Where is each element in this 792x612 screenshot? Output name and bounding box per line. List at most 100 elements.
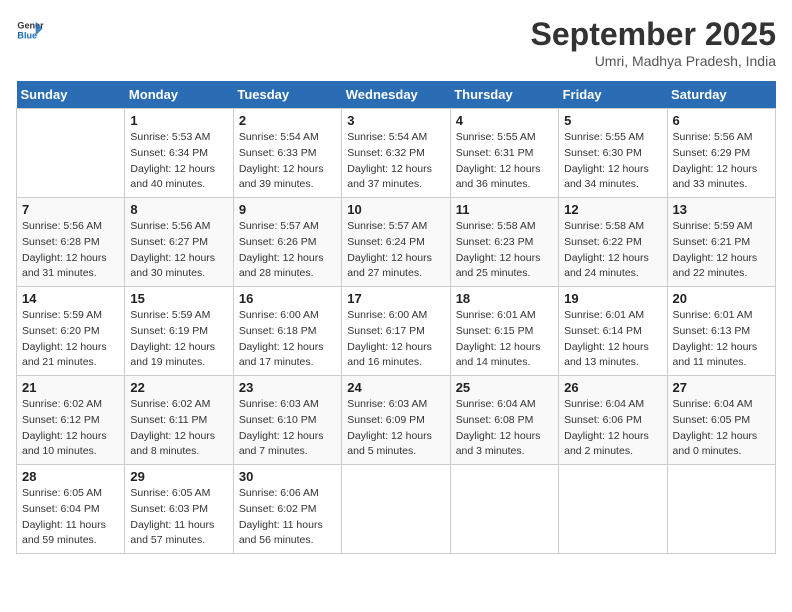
sunrise-text: Sunrise: 5:59 AM (22, 309, 102, 321)
day-number: 14 (22, 291, 119, 306)
daylight-text: Daylight: 12 hours and 14 minutes. (456, 341, 541, 369)
sunset-text: Sunset: 6:18 PM (239, 325, 317, 337)
location-label: Umri, Madhya Pradesh, India (531, 53, 776, 69)
calendar-cell: 9 Sunrise: 5:57 AM Sunset: 6:26 PM Dayli… (233, 198, 341, 287)
day-number: 7 (22, 202, 119, 217)
month-title: September 2025 (531, 16, 776, 53)
calendar-cell: 14 Sunrise: 5:59 AM Sunset: 6:20 PM Dayl… (17, 287, 125, 376)
sunrise-text: Sunrise: 6:00 AM (347, 309, 427, 321)
calendar-cell: 30 Sunrise: 6:06 AM Sunset: 6:02 PM Dayl… (233, 465, 341, 554)
calendar-cell: 13 Sunrise: 5:59 AM Sunset: 6:21 PM Dayl… (667, 198, 775, 287)
calendar-cell: 5 Sunrise: 5:55 AM Sunset: 6:30 PM Dayli… (559, 109, 667, 198)
calendar-cell: 20 Sunrise: 6:01 AM Sunset: 6:13 PM Dayl… (667, 287, 775, 376)
calendar-cell: 25 Sunrise: 6:04 AM Sunset: 6:08 PM Dayl… (450, 376, 558, 465)
day-number: 9 (239, 202, 336, 217)
daylight-text: Daylight: 12 hours and 34 minutes. (564, 163, 649, 191)
sunrise-text: Sunrise: 6:00 AM (239, 309, 319, 321)
daylight-text: Daylight: 12 hours and 5 minutes. (347, 430, 432, 458)
sunrise-text: Sunrise: 6:05 AM (22, 487, 102, 499)
calendar-cell (450, 465, 558, 554)
day-number: 24 (347, 380, 444, 395)
day-number: 5 (564, 113, 661, 128)
daylight-text: Daylight: 12 hours and 19 minutes. (130, 341, 215, 369)
day-number: 16 (239, 291, 336, 306)
sunset-text: Sunset: 6:24 PM (347, 236, 425, 248)
svg-text:Blue: Blue (17, 30, 37, 40)
sunset-text: Sunset: 6:31 PM (456, 147, 534, 159)
sunset-text: Sunset: 6:21 PM (673, 236, 751, 248)
sunrise-text: Sunrise: 5:57 AM (347, 220, 427, 232)
sunrise-text: Sunrise: 5:53 AM (130, 131, 210, 143)
sunrise-text: Sunrise: 6:04 AM (673, 398, 753, 410)
daylight-text: Daylight: 11 hours and 59 minutes. (22, 519, 106, 547)
weekday-header-monday: Monday (125, 81, 233, 109)
sunrise-text: Sunrise: 5:57 AM (239, 220, 319, 232)
sunset-text: Sunset: 6:09 PM (347, 414, 425, 426)
day-number: 29 (130, 469, 227, 484)
sunset-text: Sunset: 6:02 PM (239, 503, 317, 515)
sunrise-text: Sunrise: 6:05 AM (130, 487, 210, 499)
calendar-cell: 17 Sunrise: 6:00 AM Sunset: 6:17 PM Dayl… (342, 287, 450, 376)
sunrise-text: Sunrise: 5:56 AM (22, 220, 102, 232)
weekday-header-friday: Friday (559, 81, 667, 109)
calendar-cell: 10 Sunrise: 5:57 AM Sunset: 6:24 PM Dayl… (342, 198, 450, 287)
day-number: 21 (22, 380, 119, 395)
sunset-text: Sunset: 6:15 PM (456, 325, 534, 337)
sunrise-text: Sunrise: 6:03 AM (347, 398, 427, 410)
sunset-text: Sunset: 6:26 PM (239, 236, 317, 248)
weekday-header-wednesday: Wednesday (342, 81, 450, 109)
calendar-week-row: 21 Sunrise: 6:02 AM Sunset: 6:12 PM Dayl… (17, 376, 776, 465)
daylight-text: Daylight: 12 hours and 16 minutes. (347, 341, 432, 369)
calendar-week-row: 14 Sunrise: 5:59 AM Sunset: 6:20 PM Dayl… (17, 287, 776, 376)
calendar-week-row: 28 Sunrise: 6:05 AM Sunset: 6:04 PM Dayl… (17, 465, 776, 554)
sunset-text: Sunset: 6:32 PM (347, 147, 425, 159)
sunset-text: Sunset: 6:29 PM (673, 147, 751, 159)
sunrise-text: Sunrise: 5:54 AM (239, 131, 319, 143)
calendar-cell: 4 Sunrise: 5:55 AM Sunset: 6:31 PM Dayli… (450, 109, 558, 198)
daylight-text: Daylight: 12 hours and 10 minutes. (22, 430, 107, 458)
calendar-cell: 28 Sunrise: 6:05 AM Sunset: 6:04 PM Dayl… (17, 465, 125, 554)
sunrise-text: Sunrise: 5:58 AM (564, 220, 644, 232)
daylight-text: Daylight: 12 hours and 22 minutes. (673, 252, 758, 280)
sunrise-text: Sunrise: 5:59 AM (673, 220, 753, 232)
daylight-text: Daylight: 12 hours and 27 minutes. (347, 252, 432, 280)
sunset-text: Sunset: 6:34 PM (130, 147, 208, 159)
daylight-text: Daylight: 12 hours and 21 minutes. (22, 341, 107, 369)
calendar-cell: 2 Sunrise: 5:54 AM Sunset: 6:33 PM Dayli… (233, 109, 341, 198)
sunset-text: Sunset: 6:13 PM (673, 325, 751, 337)
sunset-text: Sunset: 6:12 PM (22, 414, 100, 426)
calendar-cell: 7 Sunrise: 5:56 AM Sunset: 6:28 PM Dayli… (17, 198, 125, 287)
daylight-text: Daylight: 12 hours and 25 minutes. (456, 252, 541, 280)
sunrise-text: Sunrise: 6:01 AM (673, 309, 753, 321)
calendar-cell: 11 Sunrise: 5:58 AM Sunset: 6:23 PM Dayl… (450, 198, 558, 287)
sunrise-text: Sunrise: 6:01 AM (564, 309, 644, 321)
daylight-text: Daylight: 12 hours and 30 minutes. (130, 252, 215, 280)
day-number: 27 (673, 380, 770, 395)
daylight-text: Daylight: 12 hours and 2 minutes. (564, 430, 649, 458)
day-number: 18 (456, 291, 553, 306)
day-number: 11 (456, 202, 553, 217)
day-number: 2 (239, 113, 336, 128)
day-number: 6 (673, 113, 770, 128)
daylight-text: Daylight: 11 hours and 57 minutes. (130, 519, 214, 547)
calendar-cell (667, 465, 775, 554)
sunset-text: Sunset: 6:20 PM (22, 325, 100, 337)
calendar-cell: 12 Sunrise: 5:58 AM Sunset: 6:22 PM Dayl… (559, 198, 667, 287)
sunrise-text: Sunrise: 6:01 AM (456, 309, 536, 321)
calendar-cell (17, 109, 125, 198)
calendar-cell: 23 Sunrise: 6:03 AM Sunset: 6:10 PM Dayl… (233, 376, 341, 465)
daylight-text: Daylight: 12 hours and 3 minutes. (456, 430, 541, 458)
logo-icon: General Blue (16, 16, 44, 44)
logo: General Blue General Blue (16, 16, 44, 44)
day-number: 13 (673, 202, 770, 217)
sunrise-text: Sunrise: 5:56 AM (130, 220, 210, 232)
daylight-text: Daylight: 12 hours and 36 minutes. (456, 163, 541, 191)
day-number: 12 (564, 202, 661, 217)
sunrise-text: Sunrise: 6:04 AM (564, 398, 644, 410)
day-number: 26 (564, 380, 661, 395)
calendar-cell: 27 Sunrise: 6:04 AM Sunset: 6:05 PM Dayl… (667, 376, 775, 465)
sunset-text: Sunset: 6:03 PM (130, 503, 208, 515)
day-number: 19 (564, 291, 661, 306)
sunrise-text: Sunrise: 5:55 AM (564, 131, 644, 143)
sunrise-text: Sunrise: 5:54 AM (347, 131, 427, 143)
